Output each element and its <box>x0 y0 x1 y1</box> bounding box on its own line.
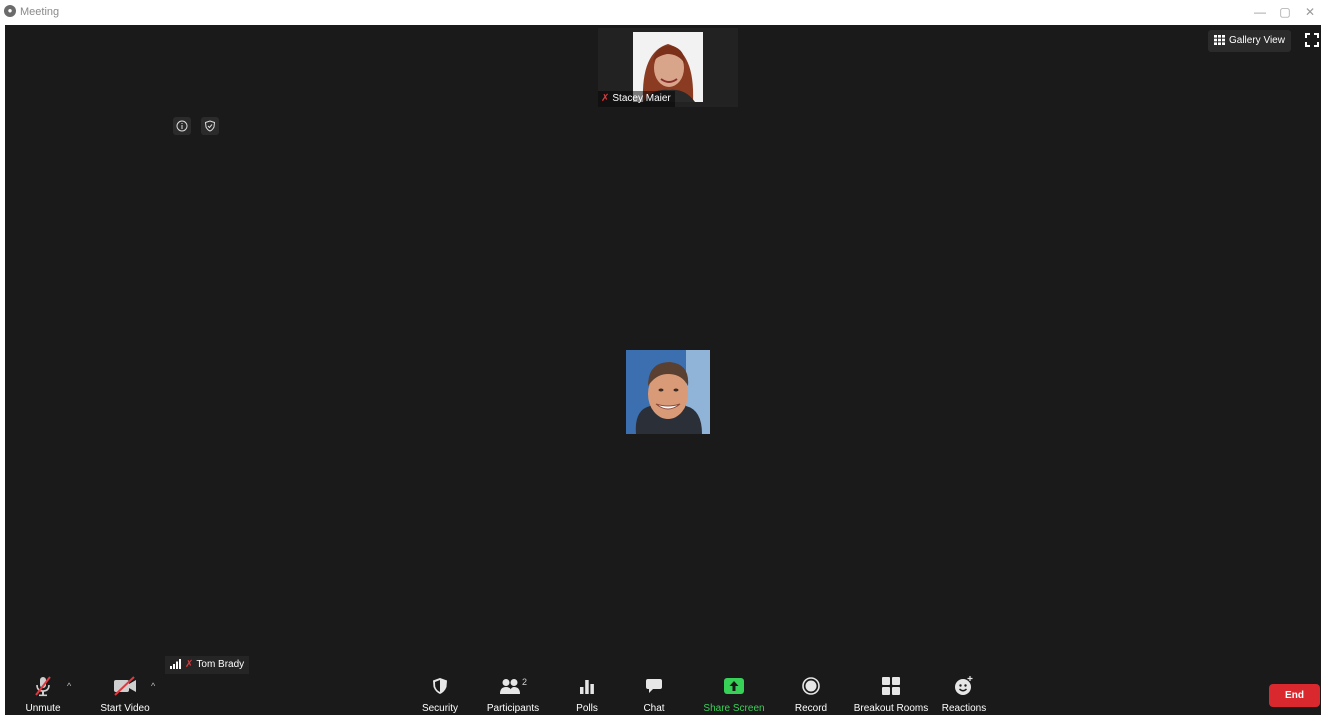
signal-strength-icon <box>170 659 181 670</box>
muted-microphone-icon <box>35 676 51 697</box>
self-name-tag: ✗ Tom Brady <box>165 656 250 674</box>
polls-label: Polls <box>576 703 598 714</box>
fullscreen-icon[interactable] <box>1305 33 1319 47</box>
breakout-rooms-label: Breakout Rooms <box>853 703 929 714</box>
self-name: Tom Brady <box>196 659 245 670</box>
breakout-rooms-icon <box>882 677 900 695</box>
participant-thumbnail[interactable]: ✗ Stacey Maier <box>598 28 738 107</box>
share-screen-label: Share Screen <box>703 703 765 714</box>
share-screen-button[interactable]: Share Screen <box>698 673 770 715</box>
window-title: Meeting <box>20 6 60 18</box>
share-screen-icon <box>724 678 744 694</box>
participants-button[interactable]: 2 Participants <box>483 673 543 715</box>
polls-button[interactable]: Polls <box>571 673 603 715</box>
chat-bubble-icon <box>646 679 662 693</box>
reactions-button[interactable]: Reactions <box>935 673 993 715</box>
meeting-info-button[interactable] <box>173 117 191 135</box>
end-meeting-button[interactable]: End <box>1269 684 1320 707</box>
shield-icon <box>433 678 447 694</box>
participant-name-tag: ✗ Stacey Maier <box>598 91 675 107</box>
chat-label: Chat <box>643 703 665 714</box>
muted-mic-icon: ✗ <box>185 659 194 670</box>
record-label: Record <box>794 703 828 714</box>
reactions-smiley-icon <box>955 676 973 695</box>
video-off-icon <box>114 676 136 696</box>
start-video-button[interactable]: Start Video <box>93 673 157 715</box>
security-label: Security <box>421 703 459 714</box>
grid-icon <box>1214 35 1225 46</box>
close-button[interactable]: ✕ <box>1295 0 1321 25</box>
gallery-view-label: Gallery View <box>1229 35 1285 46</box>
encryption-button[interactable] <box>201 117 220 135</box>
reactions-label: Reactions <box>941 703 987 714</box>
info-icon <box>176 120 188 132</box>
video-options-caret[interactable]: ^ <box>151 681 155 691</box>
start-video-label: Start Video <box>100 703 150 714</box>
participants-label: Participants <box>486 703 540 714</box>
muted-mic-icon: ✗ <box>601 93 610 104</box>
zoom-app-icon: ● <box>4 5 16 17</box>
participant-name: Stacey Maier <box>612 93 671 104</box>
meeting-info-controls <box>173 117 225 140</box>
unmute-label: Unmute <box>25 703 61 714</box>
active-speaker-video <box>626 350 710 434</box>
participants-count: 2 <box>521 677 527 687</box>
shield-check-icon <box>205 120 216 132</box>
record-button[interactable]: Record <box>791 673 831 715</box>
audio-options-caret[interactable]: ^ <box>67 681 71 691</box>
window-titlebar: ● Meeting — ▢ ✕ <box>0 0 1321 25</box>
unmute-button[interactable]: Unmute <box>19 673 67 715</box>
poll-bar-icon <box>580 680 594 694</box>
meeting-toolbar: Unmute ^ Start Video ^ Security 2 Partic… <box>5 673 1321 715</box>
security-button[interactable]: Security <box>418 673 462 715</box>
meeting-stage: ✗ Stacey Maier Gallery View ✗ Tom Brady … <box>5 25 1321 715</box>
participants-icon <box>499 679 520 694</box>
gallery-view-button[interactable]: Gallery View <box>1208 30 1291 52</box>
breakout-rooms-button[interactable]: Breakout Rooms <box>849 673 933 715</box>
record-icon <box>802 677 820 695</box>
chat-button[interactable]: Chat <box>639 673 669 715</box>
